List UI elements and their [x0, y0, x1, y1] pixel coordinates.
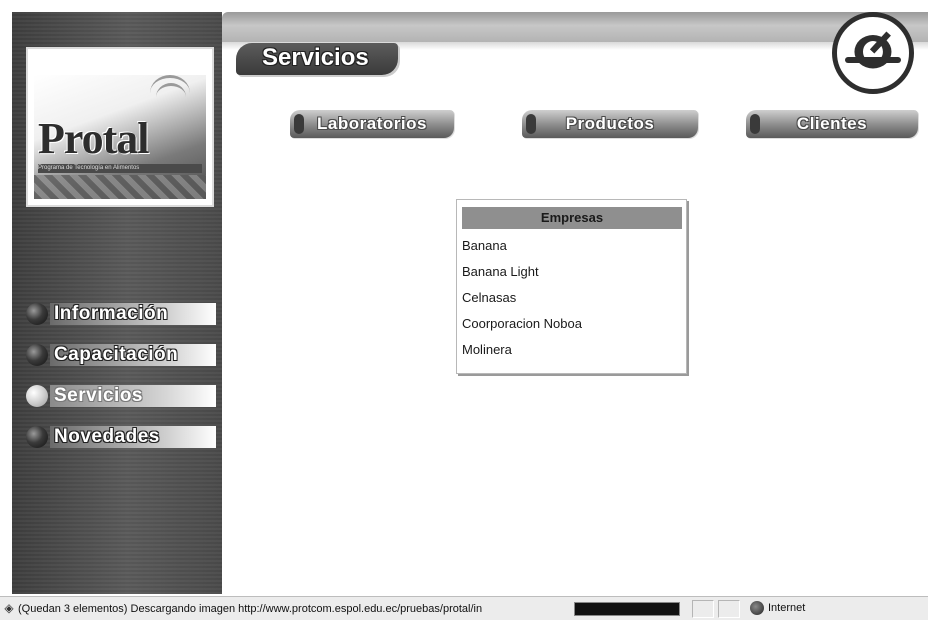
logo-text: Protal: [38, 114, 149, 163]
logo-glyph: ⵚ: [852, 27, 894, 79]
bullet-icon: [26, 344, 48, 366]
protal-logo[interactable]: Protal Programa de Tecnología en Aliment…: [26, 47, 214, 207]
header-banner: [222, 12, 928, 42]
dropdown-list: Banana Banana Light Celnasas Coorporacio…: [462, 233, 682, 363]
logo-tagline-text: Programa de Tecnología en Alimentos: [38, 165, 140, 171]
dropdown-header: Empresas: [462, 207, 682, 229]
logo-leaves: [34, 175, 206, 199]
sidebar-item-servicios[interactable]: Servicios: [26, 383, 216, 409]
security-zone: Internet: [744, 600, 924, 618]
logo-steam-icon-inner: [156, 83, 186, 111]
top-strip: [0, 0, 928, 12]
clientes-button[interactable]: Clientes: [746, 110, 918, 138]
page-icon: ◈: [4, 601, 14, 615]
status-pane: [718, 600, 740, 618]
bullet-icon: [26, 385, 48, 407]
laboratorios-button[interactable]: Laboratorios: [290, 110, 454, 138]
zone-label: Internet: [768, 602, 806, 614]
dropdown-item-banana-light[interactable]: Banana Light: [462, 259, 682, 285]
sidebar-item-label: Servicios: [50, 385, 216, 407]
logo-tagline: Programa de Tecnología en Alimentos: [38, 164, 202, 173]
logo-art: Protal Programa de Tecnología en Aliment…: [34, 75, 206, 199]
progress-bar: [574, 602, 680, 616]
dropdown-item-coorporacion-noboa[interactable]: Coorporacion Noboa: [462, 311, 682, 337]
espol-logo-icon[interactable]: ⵚ: [832, 12, 914, 94]
status-text: (Quedan 3 elementos) Descargando imagen …: [18, 603, 483, 615]
bullet-icon: [26, 426, 48, 448]
productos-button[interactable]: Productos: [522, 110, 698, 138]
sidebar-item-informacion[interactable]: Información: [26, 301, 216, 327]
dropdown-item-banana[interactable]: Banana: [462, 233, 682, 259]
globe-icon: [750, 601, 764, 615]
sidebar-item-label: Información: [50, 303, 216, 325]
sidebar-item-label: Capacitación: [50, 344, 216, 366]
status-pane: [692, 600, 714, 618]
logo-bar: [845, 57, 901, 63]
sidebar-item-novedades[interactable]: Novedades: [26, 424, 216, 450]
dropdown-item-celnasas[interactable]: Celnasas: [462, 285, 682, 311]
dropdown-item-molinera[interactable]: Molinera: [462, 337, 682, 363]
status-bar: ◈ (Quedan 3 elementos) Descargando image…: [0, 596, 928, 620]
bullet-icon: [26, 303, 48, 325]
sidebar-item-capacitacion[interactable]: Capacitación: [26, 342, 216, 368]
empresas-dropdown: Empresas Banana Banana Light Celnasas Co…: [456, 199, 687, 374]
sidebar-item-label: Novedades: [50, 426, 216, 448]
page-title: Servicios: [236, 43, 398, 75]
